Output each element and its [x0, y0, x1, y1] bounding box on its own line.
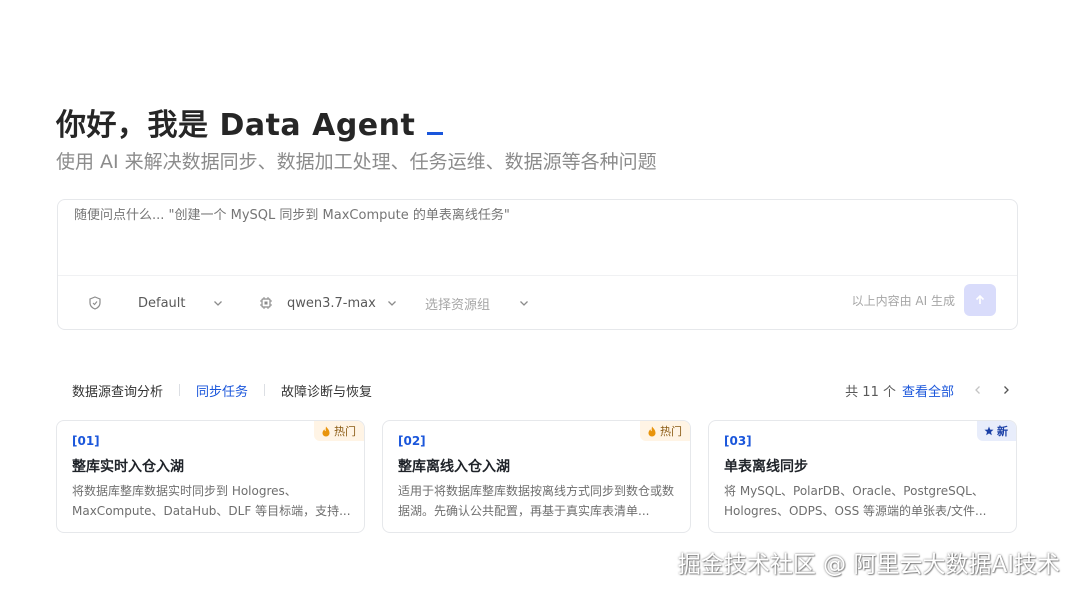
card-title: 整库离线入仓入湖 — [398, 459, 510, 475]
tab-divider — [264, 384, 266, 396]
mode-selector[interactable]: Default — [138, 276, 186, 330]
tab-divider — [179, 384, 181, 396]
chevron-down-icon — [214, 301, 222, 306]
model-selector[interactable]: qwen3.7-max — [259, 276, 398, 330]
badge-label: 热门 — [660, 425, 682, 438]
fire-icon — [322, 426, 330, 436]
model-label: qwen3.7-max — [287, 295, 376, 311]
template-count: 共 11 个 查看全部 — [845, 380, 954, 400]
template-card[interactable]: 热门 [02] 整库离线入仓入湖 适用于将数据库整库数据按离线方式同步到数仓或数… — [382, 420, 691, 533]
card-title: 单表离线同步 — [724, 459, 808, 475]
card-description: 将 MySQL、PolarDB、Oracle、PostgreSQL、Hologr… — [724, 484, 987, 518]
star-icon — [984, 426, 994, 436]
card-index: [02] — [398, 434, 426, 448]
chevron-left-icon — [975, 386, 980, 394]
greeting-text: 你好，我是 Data Agent — [56, 108, 416, 143]
badge-label: 热门 — [334, 425, 356, 438]
count-text: 共 11 个 — [845, 384, 896, 400]
next-page-button[interactable] — [996, 380, 1016, 400]
hot-badge: 热门 — [640, 421, 690, 441]
card-index: [03] — [724, 434, 752, 448]
page-subtitle: 使用 AI 来解决数据同步、数据加工处理、任务运维、数据源等各种问题 — [56, 151, 657, 173]
tab-datasource-query[interactable]: 数据源查询分析 — [72, 381, 163, 400]
badge-label: 新 — [997, 425, 1008, 438]
ai-generated-note: 以上内容由 AI 生成 — [851, 293, 955, 308]
scenario-tabs: 数据源查询分析 同步任务 故障诊断与恢复 — [72, 380, 372, 400]
new-badge: 新 — [977, 421, 1016, 441]
card-description: 将数据库整库数据实时同步到 Hologres、MaxCompute、DataHu… — [72, 484, 351, 518]
typing-cursor — [427, 132, 444, 135]
resource-group-placeholder: 选择资源组 — [425, 297, 491, 313]
hot-badge: 热门 — [314, 421, 364, 441]
arrow-up-icon — [975, 294, 985, 304]
prev-page-button[interactable] — [968, 380, 988, 400]
chip-icon — [260, 297, 272, 309]
shield-icon — [89, 296, 101, 310]
mode-label: Default — [138, 295, 186, 311]
card-index: [01] — [72, 434, 100, 448]
composer-toolbar: Default qwen3.7-max 选择资源组 以上内容由 AI 生成 — [58, 276, 1017, 330]
chevron-down-icon — [520, 301, 528, 306]
resource-group-select[interactable]: 选择资源组 — [425, 276, 530, 330]
fire-icon — [648, 426, 656, 436]
view-all-link[interactable]: 查看全部 — [902, 381, 954, 400]
mode-selector-icon-wrap[interactable] — [88, 276, 102, 330]
tab-sync-task[interactable]: 同步任务 — [196, 381, 248, 400]
card-title: 整库实时入仓入湖 — [72, 459, 184, 475]
chevron-down-icon — [387, 301, 396, 306]
tab-fault-diagnosis[interactable]: 故障诊断与恢复 — [281, 381, 372, 400]
prompt-input[interactable] — [74, 208, 994, 223]
page-title: 你好，我是 Data Agent — [56, 100, 444, 144]
card-description: 适用于将数据库整库数据按离线方式同步到数仓或数据湖。先确认公共配置，再基于真实库… — [398, 484, 675, 518]
chat-composer: Default qwen3.7-max 选择资源组 以上内容由 AI 生成 — [57, 199, 1018, 330]
watermark-text: 掘金技术社区 @ 阿里云大数据AI技术 — [677, 552, 1060, 578]
chevron-right-icon — [1004, 386, 1009, 394]
template-card[interactable]: 热门 [01] 整库实时入仓入湖 将数据库整库数据实时同步到 Hologres、… — [56, 420, 365, 533]
send-button[interactable] — [964, 284, 996, 316]
mode-dropdown[interactable] — [212, 276, 224, 330]
template-card[interactable]: 新 [03] 单表离线同步 将 MySQL、PolarDB、Oracle、Pos… — [708, 420, 1017, 533]
